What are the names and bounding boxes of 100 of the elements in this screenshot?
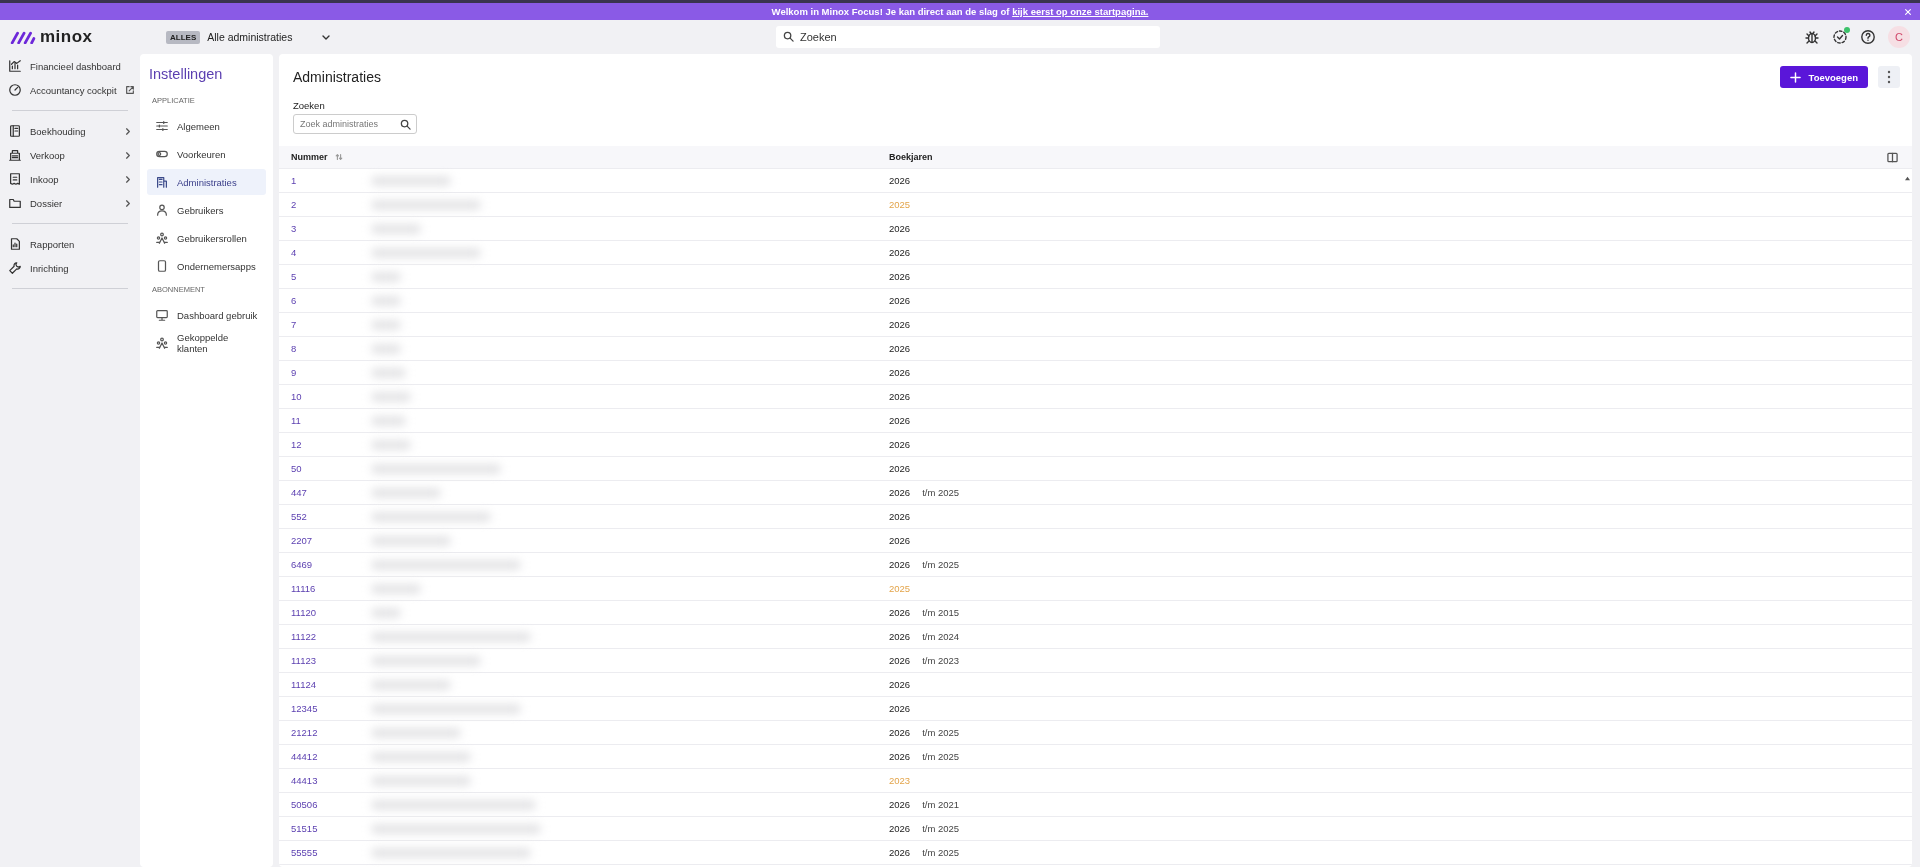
number-link[interactable]: 6 [291,295,297,306]
more-button[interactable] [1878,66,1900,88]
settings-item[interactable]: Voorkeuren [147,141,266,167]
number-link[interactable]: 11120 [291,607,316,618]
columns-icon [1887,151,1898,163]
table-cell: t/m 2025 [922,823,960,834]
nav-item[interactable]: Dossier [8,191,132,215]
number-link[interactable]: 3 [291,223,297,234]
table-cell: t/m 2015 [922,607,960,618]
table-cell: 2026 [889,511,911,522]
more-icon [1887,70,1891,84]
avatar[interactable]: C [1888,26,1910,48]
nav-item[interactable]: Verkoop [8,143,132,167]
building-icon [155,175,169,189]
logo-icon [10,30,36,44]
nav-item[interactable]: Rapporten [8,232,132,256]
table-cell: 2026 [889,463,911,474]
settings-item[interactable]: Gebruikers [147,197,266,223]
number-link[interactable]: 44413 [291,775,318,786]
number-link[interactable]: 2207 [291,535,313,546]
number-link[interactable]: 5 [291,271,297,282]
nav-item[interactable]: Inkoop [8,167,132,191]
register-icon [8,148,22,162]
table-cell: 2026 [889,823,911,834]
settings-item[interactable]: Gekoppelde klanten [147,330,266,356]
number-link[interactable]: 1 [291,175,297,186]
chevron-right-icon [123,174,132,184]
number-link[interactable]: 10 [291,391,302,402]
sort-icon [334,153,343,161]
table-cell: 2026 [889,535,911,546]
sliders-icon [155,119,169,133]
number-link[interactable]: 552 [291,511,307,522]
table-cell: t/m 2025 [922,487,960,498]
number-link[interactable]: 4 [291,247,297,258]
folder-icon [8,196,22,210]
number-link[interactable]: 9 [291,367,297,378]
table-cell: t/m 2025 [922,751,960,762]
table-cell: 2026 [889,319,911,330]
chevron-right-icon [123,150,132,160]
settings-item[interactable]: Algemeen [147,113,266,139]
scope-selector[interactable]: ALLES Alle administraties [166,30,336,44]
table-cell: 2026 [889,439,911,450]
number-link[interactable]: 6469 [291,559,313,570]
scope-label: Alle administraties [207,31,293,43]
number-link[interactable]: 50506 [291,799,318,810]
number-link[interactable]: 11123 [291,655,316,666]
table-cell: 2025 [889,199,911,210]
settings-item[interactable]: Administraties [147,169,266,195]
number-link[interactable]: 447 [291,487,307,498]
table-cell: 2026 [889,415,911,426]
number-link[interactable]: 11122 [291,631,316,642]
add-button[interactable]: Toevoegen [1779,66,1868,88]
table-cell: 2026 [889,295,911,306]
number-link[interactable]: 44412 [291,751,318,762]
task-check-icon[interactable] [1832,29,1848,45]
start-page-link[interactable]: kijk eerst op onze startpagina. [1012,6,1149,17]
close-icon[interactable] [1904,8,1912,16]
nav-item[interactable]: Boekhouding [8,119,132,143]
settings-item[interactable]: Ondernemersapps [147,253,266,279]
logo-text: minox [40,27,93,47]
report-icon [8,237,22,251]
column-header[interactable]: Nummer [279,146,371,168]
table-cell: 2026 [889,391,911,402]
settings-item[interactable]: Dashboard gebruik [147,302,266,328]
bug-icon[interactable] [1804,29,1820,45]
number-link[interactable]: 21212 [291,727,318,738]
number-link[interactable]: 2 [291,199,297,210]
user-icon [155,203,169,217]
table-cell: 2025 [889,583,911,594]
table-cell: 2026 [889,727,911,738]
search-field[interactable]: Zoek administraties [293,114,417,134]
column-header[interactable]: Boekjaren [879,146,1179,168]
help-icon[interactable] [1860,29,1876,45]
number-link[interactable]: 51515 [291,823,318,834]
number-link[interactable]: 12345 [291,703,318,714]
number-link[interactable]: 12 [291,439,302,450]
table-cell: t/m 2025 [922,847,960,858]
number-link[interactable]: 8 [291,343,297,354]
welcome-message: Welkom in Minox Focus! Je kan direct aan de slag of kijk eerst op onze startpagina. [771,6,1149,17]
number-link[interactable]: 55555 [291,847,318,858]
chevron-right-icon [123,198,132,208]
number-link[interactable]: 11 [291,415,301,426]
table-cell: t/m 2023 [922,655,960,666]
table-cell: 2026 [889,703,911,714]
number-link[interactable]: 7 [291,319,297,330]
number-link[interactable]: 11124 [291,679,316,690]
users-icon [155,336,169,350]
table-cell: 2026 [889,799,911,810]
number-link[interactable]: 11116 [291,583,316,594]
table-cell: 2026 [889,343,911,354]
number-link[interactable]: 50 [291,463,302,474]
table-cell: 2026 [889,175,911,186]
settings-item[interactable]: Gebruikersrollen [147,225,266,251]
nav-item[interactable]: Financieel dashboard [8,54,132,78]
scroll-up-icon [1903,175,1911,181]
search-field[interactable]: Zoeken [776,26,1160,48]
table-cell: 2026 [889,367,911,378]
nav-item[interactable]: Inrichting [8,256,132,280]
nav-item[interactable]: Accountancy cockpit [8,78,132,102]
receipt-icon [8,172,22,186]
